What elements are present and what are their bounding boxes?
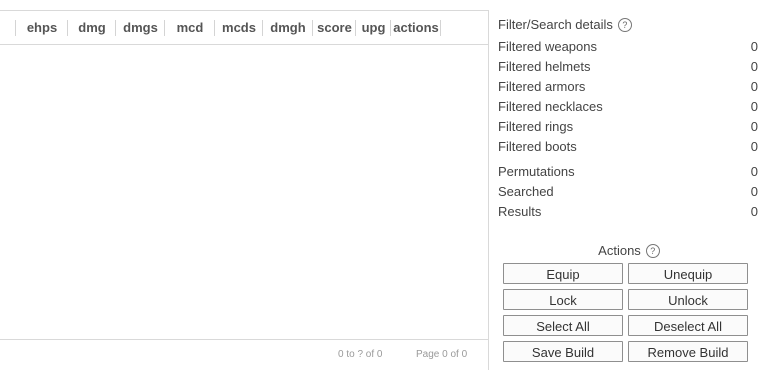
stat-filtered-helmets: Filtered helmets 0	[498, 57, 760, 77]
actions-title: Actions?	[498, 243, 760, 258]
lock-button[interactable]: Lock	[503, 289, 623, 310]
stat-label: Filtered necklaces	[498, 99, 603, 114]
stat-label: Filtered helmets	[498, 59, 591, 74]
stat-filtered-weapons: Filtered weapons 0	[498, 37, 760, 57]
stat-value: 0	[750, 59, 758, 74]
grid-pagination: 0 to ? of 0 Page 0 of 0	[0, 339, 488, 370]
column-header-mcd[interactable]: mcd	[165, 11, 215, 44]
stat-results: Results 0	[498, 202, 760, 222]
column-header-dmgs[interactable]: dmgs	[116, 11, 165, 44]
remove-build-button[interactable]: Remove Build	[628, 341, 748, 362]
stat-value: 0	[750, 204, 758, 219]
select-all-button[interactable]: Select All	[503, 315, 623, 336]
stat-filtered-necklaces: Filtered necklaces 0	[498, 97, 760, 117]
save-build-button[interactable]: Save Build	[503, 341, 623, 362]
column-header-cut-off[interactable]	[0, 11, 16, 44]
stat-filtered-boots: Filtered boots 0	[498, 137, 760, 157]
stat-filtered-rings: Filtered rings 0	[498, 117, 760, 137]
stat-value: 0	[750, 164, 758, 179]
grid-header: ehps dmg dmgs mcd mcds dmgh score upg ac…	[0, 11, 488, 45]
stat-label: Filtered weapons	[498, 39, 597, 54]
column-header-mcds[interactable]: mcds	[215, 11, 263, 44]
column-header-dmgh[interactable]: dmgh	[263, 11, 313, 44]
unlock-button[interactable]: Unlock	[628, 289, 748, 310]
actions-title-text: Actions	[598, 243, 641, 258]
filter-search-title: Filter/Search details?	[498, 17, 632, 32]
stat-value: 0	[750, 99, 758, 114]
column-header-dmg[interactable]: dmg	[68, 11, 116, 44]
column-header-ehps[interactable]: ehps	[16, 11, 68, 44]
stat-permutations: Permutations 0	[498, 162, 760, 182]
stat-value: 0	[750, 184, 758, 199]
stat-label: Permutations	[498, 164, 575, 179]
stat-filtered-armors: Filtered armors 0	[498, 77, 760, 97]
stat-label: Filtered rings	[498, 119, 574, 134]
column-header-score[interactable]: score	[313, 11, 356, 44]
stat-value: 0	[750, 39, 758, 54]
help-icon[interactable]: ?	[645, 244, 660, 258]
filter-search-title-text: Filter/Search details	[498, 17, 613, 32]
pagination-page: Page 0 of 0	[416, 349, 468, 360]
equip-button[interactable]: Equip	[503, 263, 623, 284]
pagination-range: 0 to ? of 0	[338, 349, 383, 360]
unequip-button[interactable]: Unequip	[628, 263, 748, 284]
column-header-actions[interactable]: actions	[391, 11, 441, 44]
results-grid: ehps dmg dmgs mcd mcds dmgh score upg ac…	[0, 10, 489, 370]
stat-label: Results	[498, 204, 542, 219]
column-header-upg[interactable]: upg	[356, 11, 391, 44]
stat-label: Filtered armors	[498, 79, 586, 94]
stat-label: Searched	[498, 184, 554, 199]
stat-label: Filtered boots	[498, 139, 577, 154]
stat-value: 0	[750, 79, 758, 94]
stat-searched: Searched 0	[498, 182, 760, 202]
help-icon[interactable]: ?	[617, 18, 632, 32]
stat-value: 0	[750, 139, 758, 154]
filter-search-panel: Filter/Search details? Filtered weapons …	[498, 14, 761, 370]
deselect-all-button[interactable]: Deselect All	[628, 315, 748, 336]
stat-value: 0	[750, 119, 758, 134]
